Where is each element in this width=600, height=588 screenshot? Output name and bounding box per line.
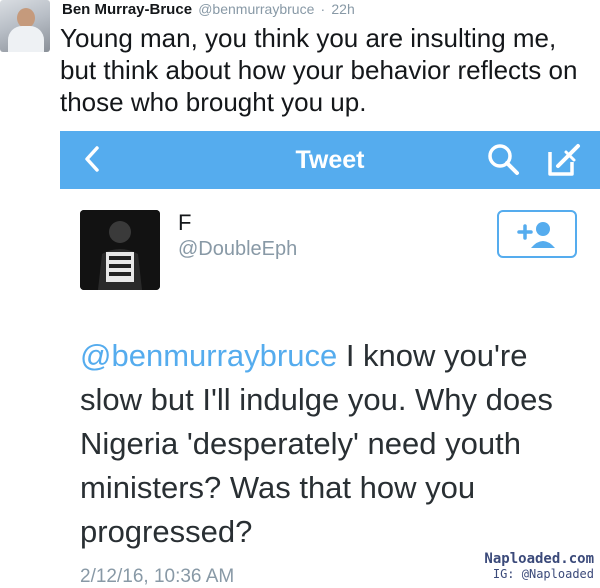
avatar-head bbox=[17, 8, 35, 28]
user-name[interactable]: F bbox=[178, 210, 191, 236]
nav-bar: Tweet bbox=[60, 131, 600, 189]
user-handle[interactable]: @DoubleEph bbox=[178, 238, 297, 261]
tweet-date: 2/12/16, 10:36 AM bbox=[80, 566, 235, 587]
author-handle[interactable]: @benmurraybruce bbox=[198, 1, 314, 17]
watermark-site: Naploaded.com bbox=[484, 551, 594, 567]
follow-button[interactable] bbox=[497, 210, 577, 258]
outer-tweet: Ben Murray-Bruce @benmurraybruce · 22h Y… bbox=[0, 0, 600, 130]
watermark: Naploaded.com IG: @Naploaded bbox=[484, 551, 594, 581]
user-avatar[interactable] bbox=[80, 210, 160, 290]
add-user-icon bbox=[517, 222, 555, 248]
tweet-header: Ben Murray-Bruce @benmurraybruce · 22h bbox=[62, 1, 355, 18]
compose-icon[interactable] bbox=[544, 140, 584, 180]
avatar-image bbox=[80, 210, 160, 290]
mention-link[interactable]: @benmurraybruce bbox=[80, 338, 337, 373]
search-icon[interactable] bbox=[484, 140, 524, 180]
tweet-body: @benmurraybruce I know you're slow but I… bbox=[80, 334, 580, 554]
watermark-instagram: IG: @Naploaded bbox=[492, 567, 594, 581]
author-name[interactable]: Ben Murray-Bruce bbox=[62, 1, 192, 18]
tweet-time[interactable]: 22h bbox=[331, 1, 354, 17]
avatar-body bbox=[8, 26, 44, 52]
avatar[interactable] bbox=[0, 0, 50, 52]
separator: · bbox=[320, 1, 326, 17]
tweet-text: Young man, you think you are insulting m… bbox=[60, 23, 578, 117]
